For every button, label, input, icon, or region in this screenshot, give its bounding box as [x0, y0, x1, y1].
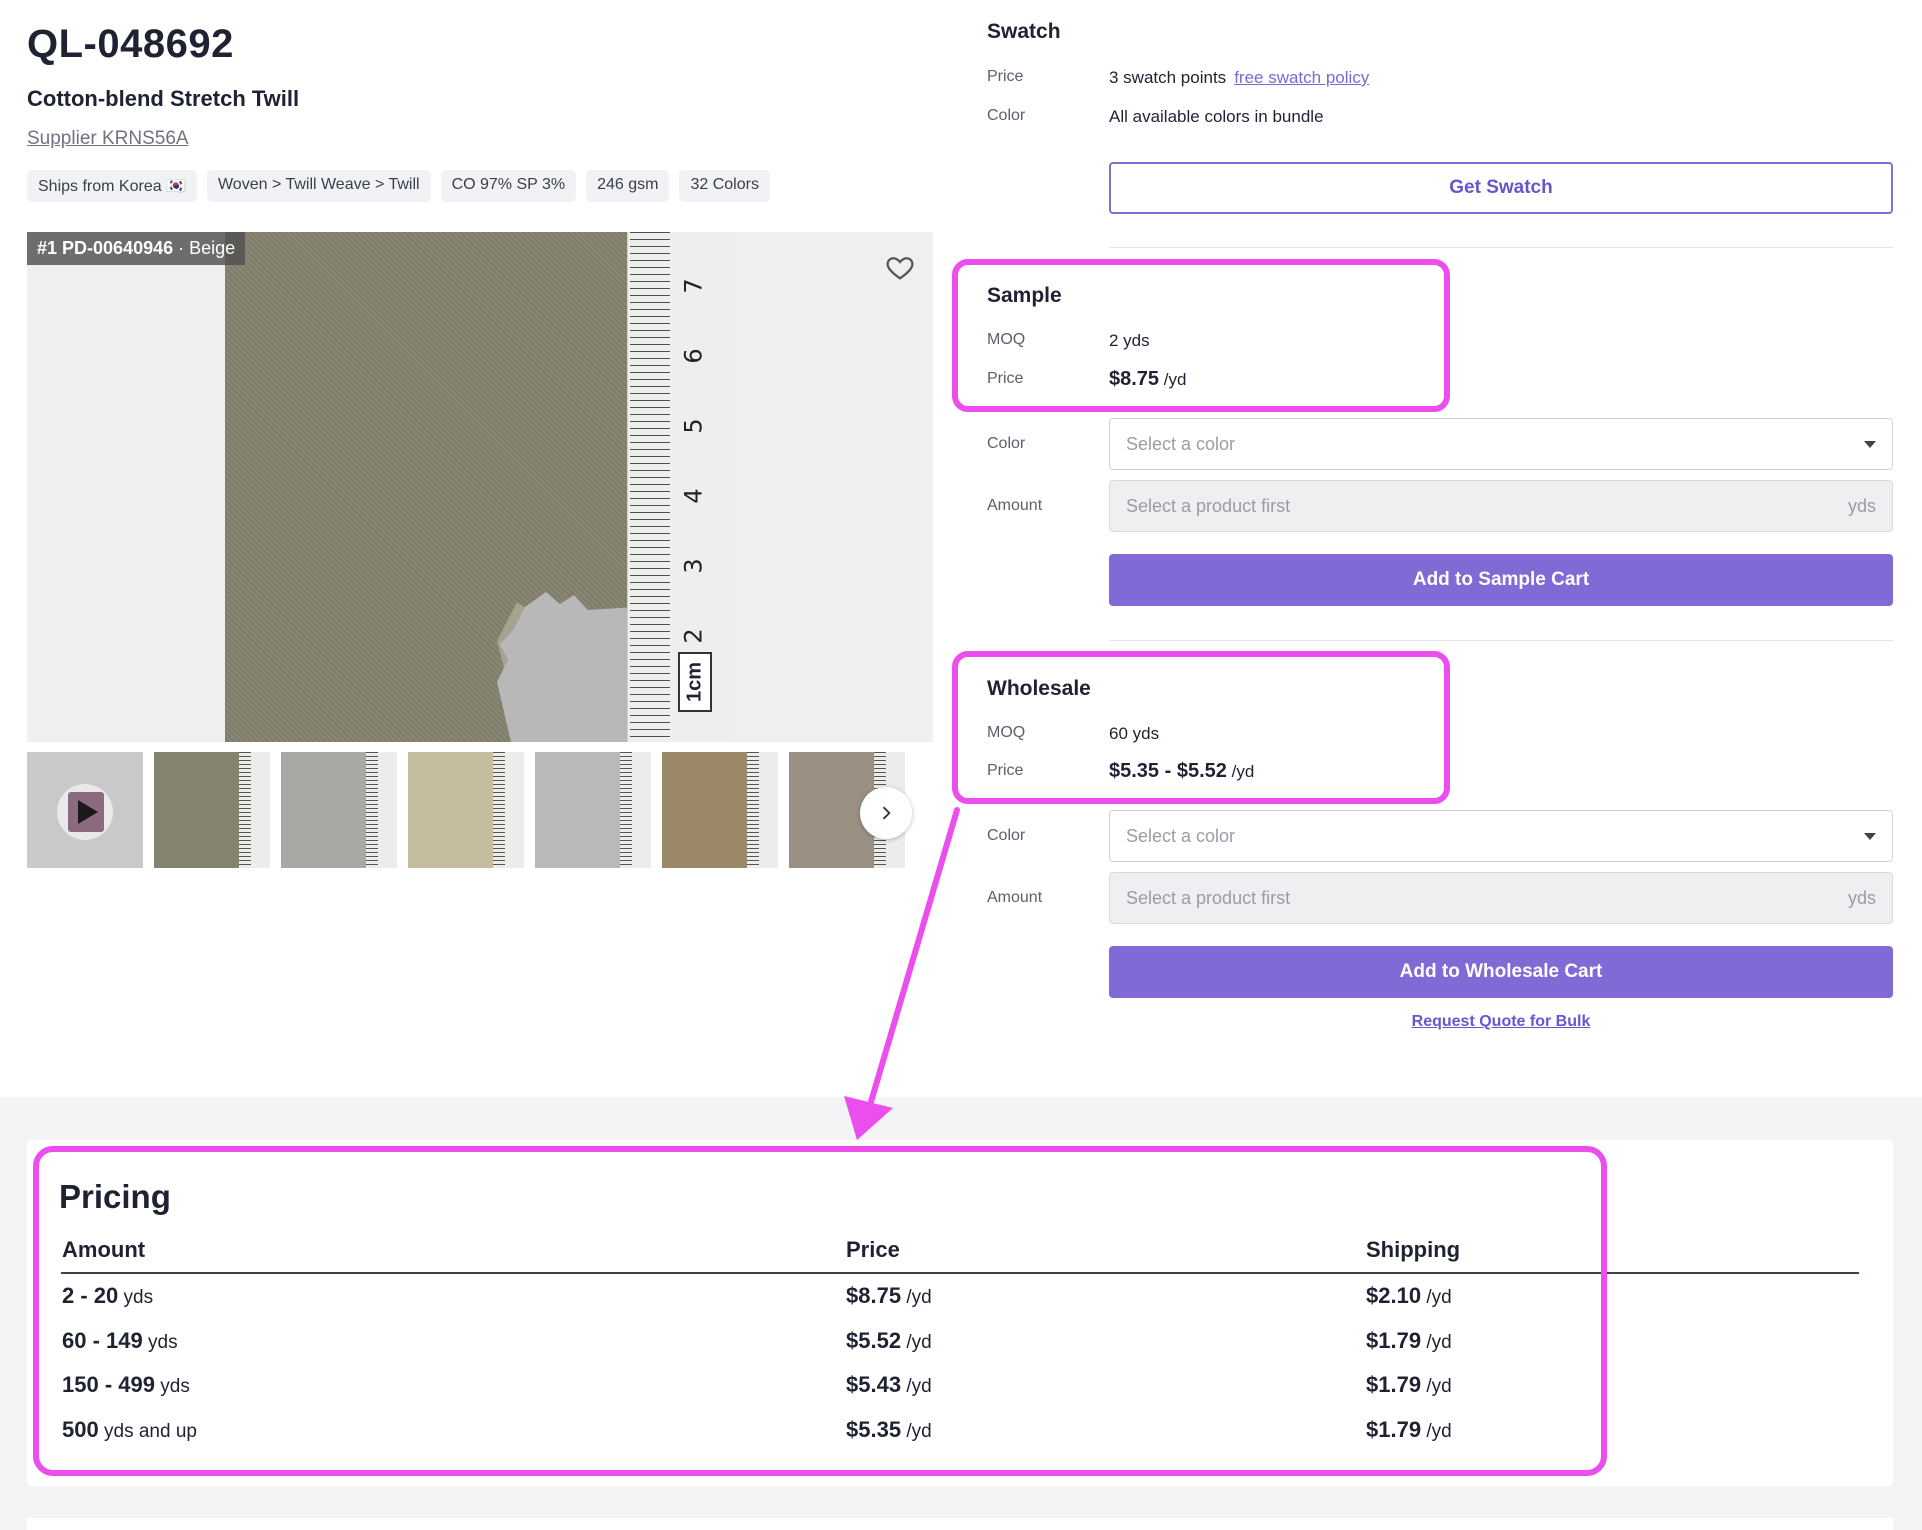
annotation-arrow-icon	[844, 807, 960, 1140]
